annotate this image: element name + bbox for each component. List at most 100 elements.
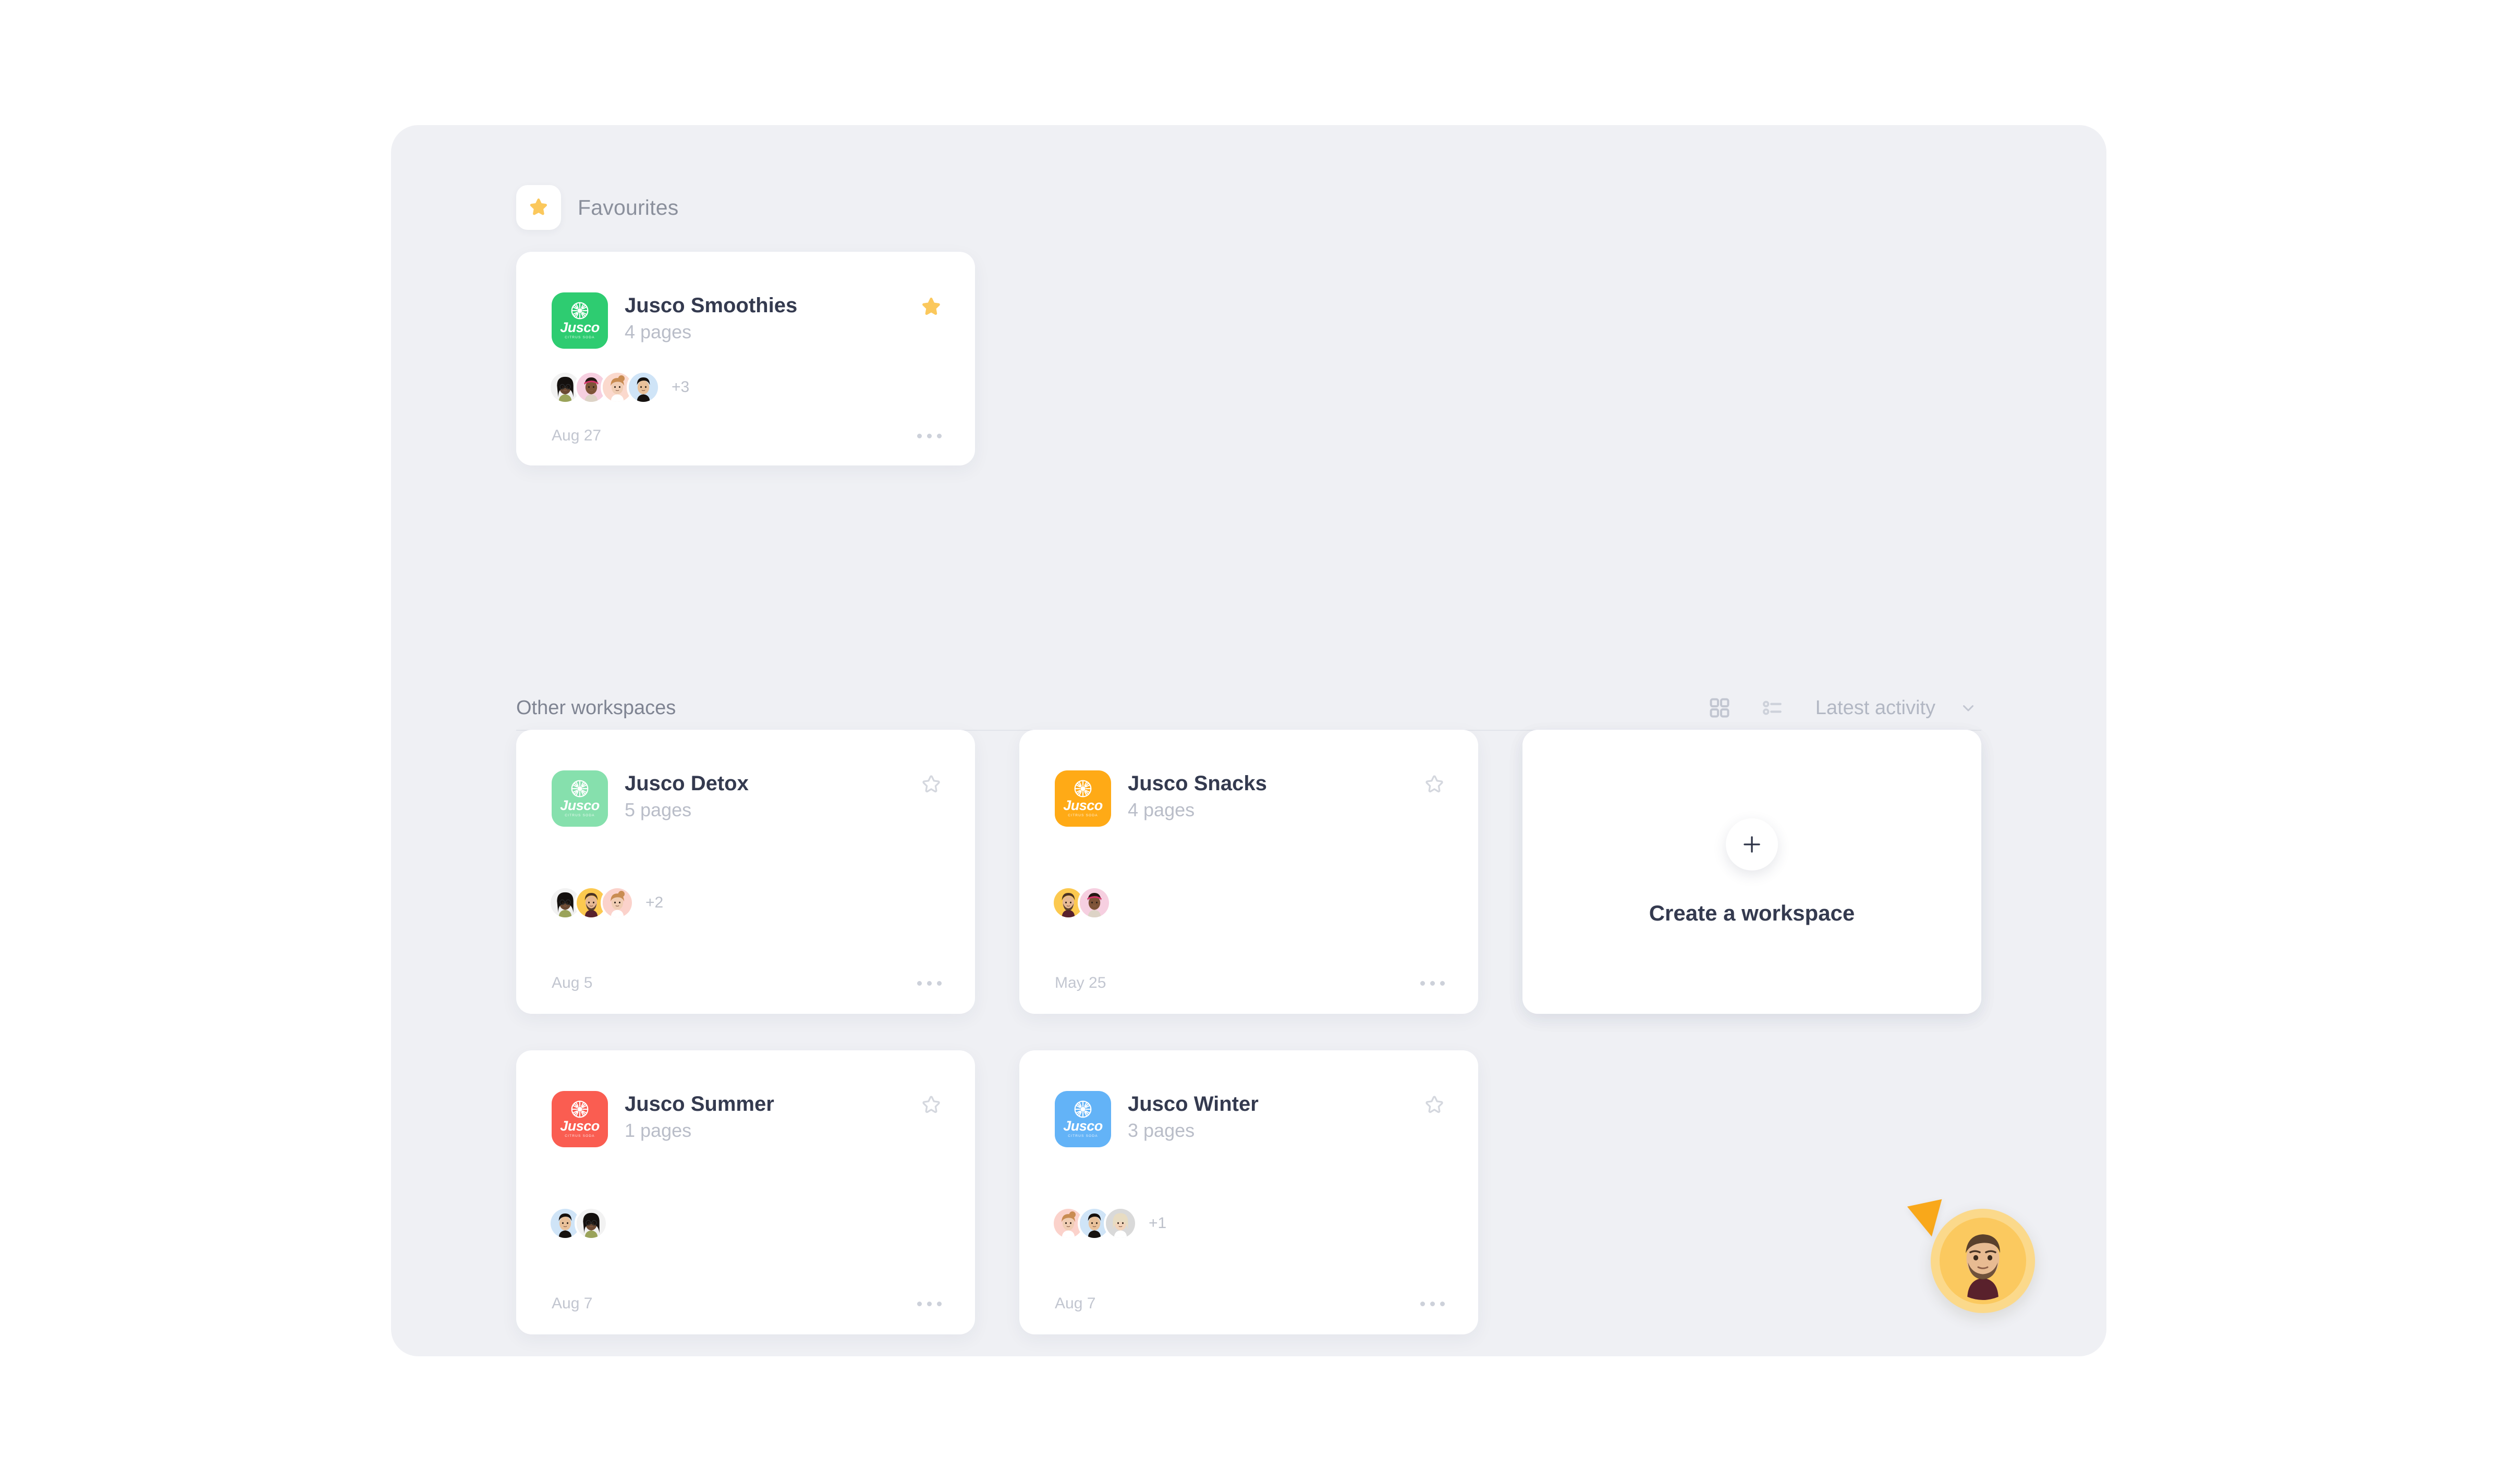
citrus-wheel-icon bbox=[571, 1100, 589, 1118]
workspace-page-count: 4 pages bbox=[625, 321, 692, 343]
logo-brand-subtext: CITRUS SODA bbox=[565, 335, 595, 339]
favourites-badge bbox=[516, 185, 561, 230]
member-avatar-group[interactable] bbox=[549, 1207, 608, 1240]
card-header: Jusco CITRUS SODA Jusco Snacks 4 pages bbox=[1055, 770, 1448, 827]
logo-brand-text: Jusco bbox=[1063, 1118, 1103, 1134]
last-activity-date: Aug 5 bbox=[552, 974, 593, 991]
member-avatar-group[interactable]: +3 bbox=[549, 371, 689, 404]
workspace-logo: JuscoCITRUS SODA bbox=[1055, 1091, 1111, 1147]
card-more-options-button[interactable] bbox=[914, 975, 945, 992]
star-filled-icon bbox=[527, 196, 550, 219]
card-titles: Jusco Summer 1 pages bbox=[625, 1091, 918, 1141]
card-footer: May 25 bbox=[1055, 974, 1448, 992]
logo-brand-text: Jusco bbox=[560, 319, 600, 335]
workspace-page-count: 4 pages bbox=[1128, 799, 1195, 821]
star-outline-icon bbox=[1422, 1094, 1446, 1118]
card-more-options-button[interactable] bbox=[1417, 1295, 1448, 1313]
card-header: Jusco CITRUS SODA Jusco Summer 1 pages bbox=[552, 1091, 945, 1147]
logo-brand-subtext: CITRUS SODA bbox=[1068, 1134, 1098, 1138]
star-outline-icon bbox=[1422, 773, 1446, 797]
favourites-label: Favourites bbox=[578, 195, 679, 219]
member-avatar-group[interactable]: +1 bbox=[1052, 1207, 1166, 1240]
view-controls: Latest activity bbox=[1701, 691, 1981, 725]
last-activity-date: Aug 7 bbox=[552, 1295, 593, 1312]
last-activity-date: Aug 7 bbox=[1055, 1295, 1096, 1312]
member-avatar[interactable] bbox=[1104, 1207, 1137, 1240]
sort-dropdown-button[interactable] bbox=[1955, 695, 1981, 721]
card-more-options-button[interactable] bbox=[914, 427, 945, 445]
workspace-card[interactable]: Jusco CITRUS SODA Jusco Winter 3 pages +1 Aug… bbox=[1019, 1050, 1478, 1334]
last-activity-date: May 25 bbox=[1055, 974, 1106, 991]
grid-view-button[interactable] bbox=[1701, 691, 1738, 725]
workspace-name: Jusco Winter bbox=[1128, 1093, 1259, 1115]
card-header: Jusco CITRUS SODA Jusco Detox 5 pages bbox=[552, 770, 945, 827]
plus-icon bbox=[1741, 833, 1763, 855]
workspace-page-count: 3 pages bbox=[1128, 1120, 1195, 1142]
last-activity-date: Aug 27 bbox=[552, 427, 602, 444]
workspace-page-count: 1 pages bbox=[625, 1120, 692, 1142]
member-avatar-group[interactable] bbox=[1052, 886, 1111, 919]
workspace-card-favourite[interactable]: Jusco CITRUS SODA Jusco Smoothies 4 page… bbox=[516, 252, 975, 465]
logo-brand-text: Jusco bbox=[560, 1118, 600, 1134]
logo-brand-text: Jusco bbox=[1063, 797, 1103, 813]
favourite-star-button[interactable] bbox=[1421, 1092, 1448, 1119]
star-filled-icon bbox=[919, 295, 943, 319]
member-overflow-count: +3 bbox=[672, 378, 690, 396]
list-view-button[interactable] bbox=[1754, 691, 1792, 725]
card-footer: Aug 27 bbox=[552, 427, 945, 445]
favourite-star-button[interactable] bbox=[918, 293, 945, 321]
floating-user-avatar[interactable] bbox=[1931, 1209, 2035, 1313]
logo-brand-subtext: CITRUS SODA bbox=[565, 1134, 595, 1138]
card-titles: Jusco Winter 3 pages bbox=[1128, 1091, 1421, 1141]
grid-view-icon bbox=[1708, 696, 1731, 719]
card-titles: Jusco Snacks 4 pages bbox=[1128, 770, 1421, 820]
card-header: Jusco CITRUS SODA Jusco Smoothies 4 page… bbox=[552, 292, 945, 349]
chevron-down-icon bbox=[1959, 699, 1977, 717]
create-workspace-label: Create a workspace bbox=[1649, 900, 1855, 925]
card-footer: Aug 5 bbox=[552, 974, 945, 992]
add-workspace-button[interactable] bbox=[1726, 818, 1778, 870]
workspaces-panel: Favourites Jusco CITRUS SODA Jusco Smoot… bbox=[391, 125, 2106, 1356]
avatar bbox=[1944, 1222, 2022, 1300]
member-avatar[interactable] bbox=[627, 371, 660, 404]
card-header: Jusco CITRUS SODA Jusco Winter 3 pages bbox=[1055, 1091, 1448, 1147]
citrus-wheel-icon bbox=[1074, 780, 1092, 798]
favourite-star-button[interactable] bbox=[918, 771, 945, 799]
favourite-star-button[interactable] bbox=[1421, 771, 1448, 799]
member-avatar-group[interactable]: +2 bbox=[549, 886, 663, 919]
create-workspace-card[interactable]: Create a workspace bbox=[1522, 730, 1981, 1014]
card-footer: Aug 7 bbox=[1055, 1295, 1448, 1313]
card-more-options-button[interactable] bbox=[914, 1295, 945, 1313]
card-titles: Jusco Smoothies 4 pages bbox=[625, 292, 918, 342]
workspace-page-count: 5 pages bbox=[625, 799, 692, 821]
card-more-options-button[interactable] bbox=[1417, 975, 1448, 992]
member-overflow-count: +1 bbox=[1149, 1215, 1167, 1232]
favourite-star-button[interactable] bbox=[918, 1092, 945, 1119]
member-overflow-count: +2 bbox=[645, 894, 664, 911]
workspace-card[interactable]: Jusco CITRUS SODA Jusco Detox 5 pages +2 Aug … bbox=[516, 730, 975, 1014]
logo-brand-subtext: CITRUS SODA bbox=[565, 813, 595, 817]
star-outline-icon bbox=[919, 1094, 943, 1118]
member-avatar[interactable] bbox=[1078, 886, 1111, 919]
workspace-logo: JuscoCITRUS SODA bbox=[1055, 770, 1111, 827]
workspace-card[interactable]: Jusco CITRUS SODA Jusco Summer 1 pages Aug 7 bbox=[516, 1050, 975, 1334]
card-footer: Aug 7 bbox=[552, 1295, 945, 1313]
member-avatar[interactable] bbox=[575, 1207, 608, 1240]
sort-dropdown-value[interactable]: Latest activity bbox=[1815, 697, 1935, 719]
member-avatar[interactable] bbox=[601, 886, 634, 919]
card-titles: Jusco Detox 5 pages bbox=[625, 770, 918, 820]
citrus-wheel-icon bbox=[571, 302, 589, 320]
citrus-wheel-icon bbox=[571, 780, 589, 798]
workspace-name: Jusco Detox bbox=[625, 772, 749, 795]
workspace-name: Jusco Summer bbox=[625, 1093, 774, 1115]
workspace-name: Jusco Snacks bbox=[1128, 772, 1267, 795]
logo-brand-subtext: CITRUS SODA bbox=[1068, 813, 1098, 817]
list-view-icon bbox=[1761, 696, 1784, 719]
workspace-name: Jusco Smoothies bbox=[625, 294, 798, 317]
avatar-ring bbox=[1940, 1218, 2026, 1304]
logo-brand-text: Jusco bbox=[560, 797, 600, 813]
other-workspaces-label: Other workspaces bbox=[516, 696, 676, 719]
workspace-logo: Jusco CITRUS SODA bbox=[552, 292, 608, 349]
workspace-card[interactable]: Jusco CITRUS SODA Jusco Snacks 4 pages May 2… bbox=[1019, 730, 1478, 1014]
workspace-logo: JuscoCITRUS SODA bbox=[552, 770, 608, 827]
